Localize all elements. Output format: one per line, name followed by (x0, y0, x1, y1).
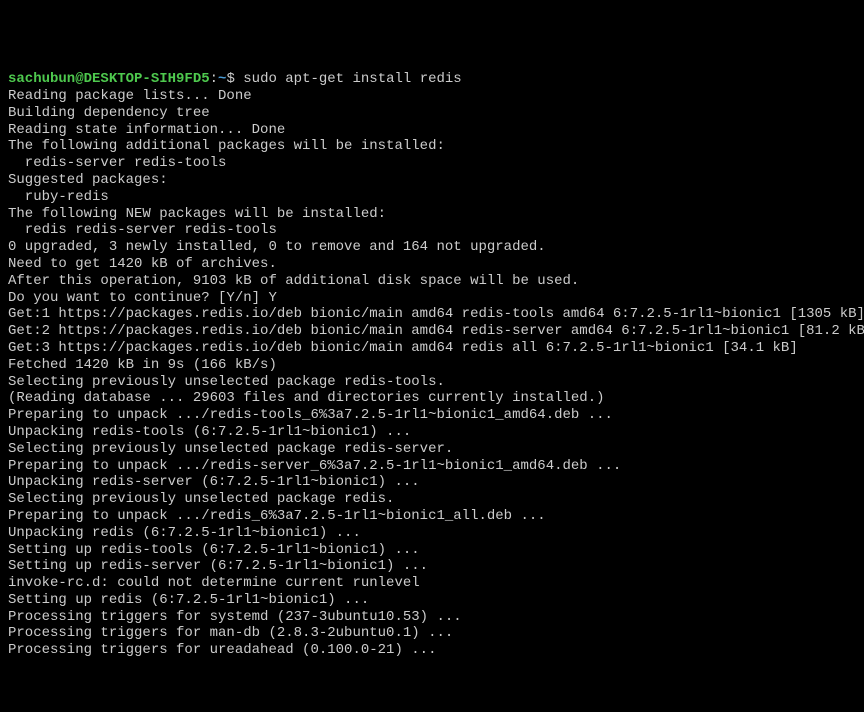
output-line: Processing triggers for man-db (2.8.3-2u… (8, 625, 856, 642)
output-line: The following NEW packages will be insta… (8, 206, 856, 223)
output-line: Preparing to unpack .../redis_6%3a7.2.5-… (8, 508, 856, 525)
prompt-user-host: sachubun@DESKTOP-SIH9FD5 (8, 71, 210, 87)
prompt-separator: : (210, 71, 218, 87)
output-line: After this operation, 9103 kB of additio… (8, 273, 856, 290)
output-line: Setting up redis-tools (6:7.2.5-1rl1~bio… (8, 542, 856, 559)
prompt-dollar: $ (226, 71, 243, 87)
output-line: Get:2 https://packages.redis.io/deb bion… (8, 323, 856, 340)
output-line: Unpacking redis-tools (6:7.2.5-1rl1~bion… (8, 424, 856, 441)
output-line: Reading package lists... Done (8, 88, 856, 105)
output-line: Selecting previously unselected package … (8, 374, 856, 391)
output-line: Get:3 https://packages.redis.io/deb bion… (8, 340, 856, 357)
output-line: Unpacking redis (6:7.2.5-1rl1~bionic1) .… (8, 525, 856, 542)
command-input[interactable]: sudo apt-get install redis (243, 71, 461, 87)
output-line: ruby-redis (8, 189, 856, 206)
output-line: Processing triggers for ureadahead (0.10… (8, 642, 856, 659)
output-line: (Reading database ... 29603 files and di… (8, 390, 856, 407)
output-line: Do you want to continue? [Y/n] Y (8, 290, 856, 307)
output-line: Preparing to unpack .../redis-tools_6%3a… (8, 407, 856, 424)
output-line: Selecting previously unselected package … (8, 491, 856, 508)
output-line: The following additional packages will b… (8, 138, 856, 155)
terminal-window[interactable]: sachubun@DESKTOP-SIH9FD5:~$ sudo apt-get… (8, 71, 856, 628)
output-line: Building dependency tree (8, 105, 856, 122)
output-line: 0 upgraded, 3 newly installed, 0 to remo… (8, 239, 856, 256)
output-line: Setting up redis-server (6:7.2.5-1rl1~bi… (8, 558, 856, 575)
output-line: redis-server redis-tools (8, 155, 856, 172)
output-line: Processing triggers for systemd (237-3ub… (8, 609, 856, 626)
output-line: Unpacking redis-server (6:7.2.5-1rl1~bio… (8, 474, 856, 491)
output-line: Suggested packages: (8, 172, 856, 189)
output-line: Get:1 https://packages.redis.io/deb bion… (8, 306, 856, 323)
output-line: Preparing to unpack .../redis-server_6%3… (8, 458, 856, 475)
output-line: Fetched 1420 kB in 9s (166 kB/s) (8, 357, 856, 374)
output-line: Reading state information... Done (8, 122, 856, 139)
output-line: invoke-rc.d: could not determine current… (8, 575, 856, 592)
output-line: redis redis-server redis-tools (8, 222, 856, 239)
output-line: Need to get 1420 kB of archives. (8, 256, 856, 273)
output-line: Selecting previously unselected package … (8, 441, 856, 458)
output-line: Setting up redis (6:7.2.5-1rl1~bionic1) … (8, 592, 856, 609)
